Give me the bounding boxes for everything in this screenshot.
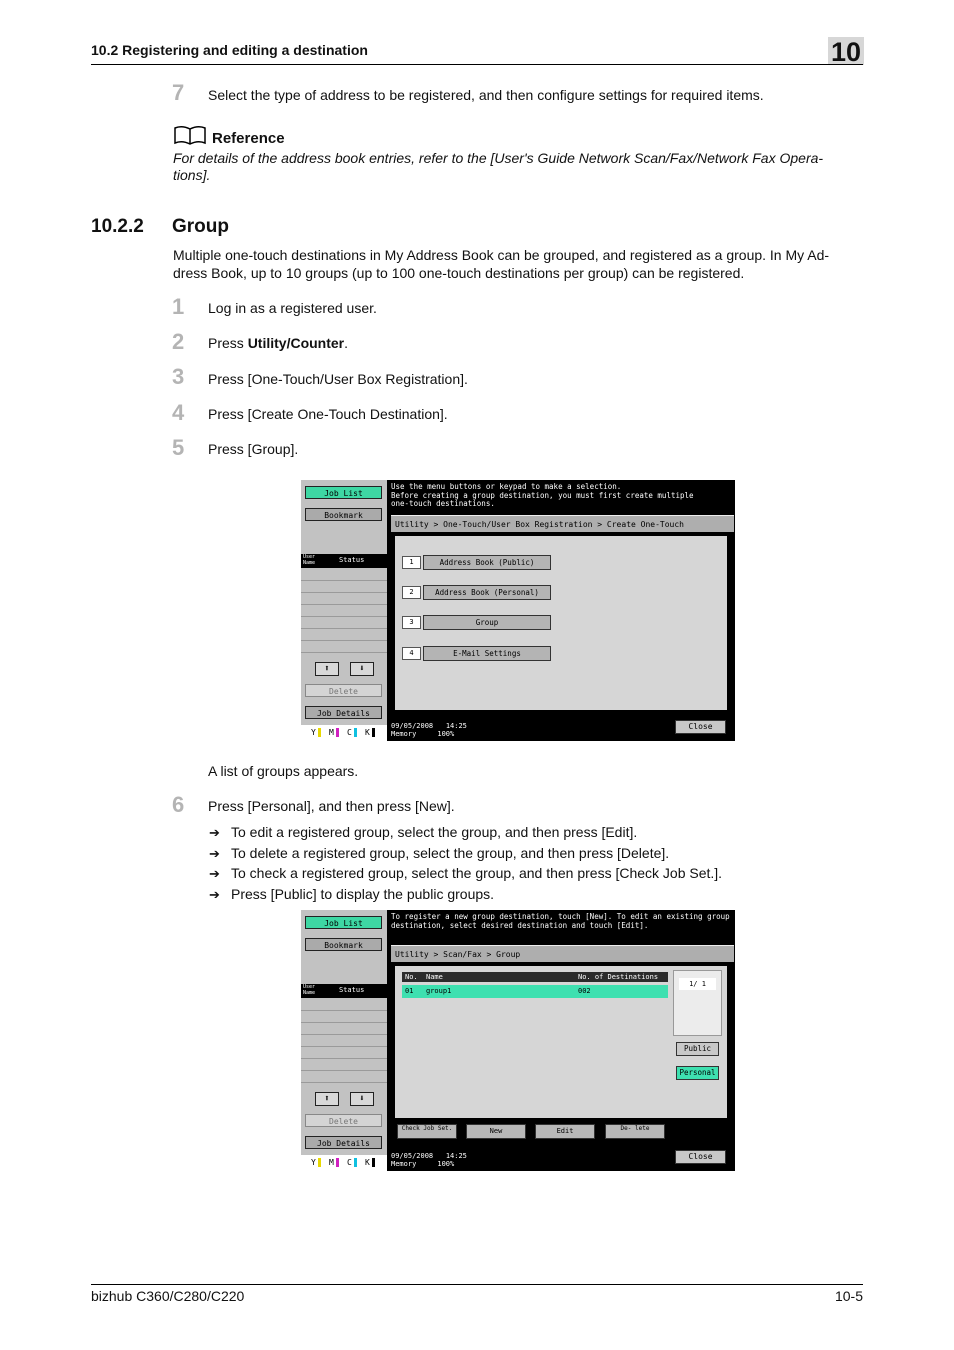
user-name-label: User Name [303,984,316,996]
breadcrumb: Utility > Scan/Fax > Group [391,945,734,962]
section-intro-2: dress Book, up to 10 groups (up to 100 o… [173,265,745,281]
bookmark-button[interactable]: Bookmark [305,508,382,521]
table-cell: 01 [405,987,414,995]
reference-text-1: For details of the address book entries,… [173,150,824,166]
step-number: 6 [172,792,185,817]
bullet-text: To check a registered group, select the … [231,865,723,881]
step-text: Press [One-Touch/User Box Registration]. [208,371,468,387]
step-number: 4 [172,400,185,425]
step-text: Log in as a registered user. [208,300,377,316]
status-label: Status [339,556,365,564]
screen-message: To register a new group destination, tou… [391,912,730,930]
device-screen-group-list: Job List Bookmark User Name Status ⬆ ⬇ D… [301,910,735,1171]
toner-indicator: Y M C K [301,1155,387,1171]
step-text: Select the type of address to be registe… [208,87,764,103]
header-rule [91,64,863,65]
section-title: Group [172,216,229,237]
section-number: 10.2.2 [91,216,144,237]
toner-indicator: Y M C K [301,725,387,741]
reference-text-2: tions]. [173,167,211,183]
step-text: Press [Group]. [208,441,299,457]
result-text: A list of groups appears. [208,763,359,779]
step-text: Press Utility/Counter. [208,335,349,351]
job-list-header: User Name Status [301,554,387,568]
job-details-button[interactable]: Job Details [305,1136,382,1149]
close-button[interactable]: Close [675,720,726,734]
book-icon [173,125,207,150]
header-section-title: 10.2 Registering and editing a destinati… [91,42,368,58]
bullet-text: To edit a registered group, select the g… [231,824,638,840]
reference-title: Reference [212,130,285,147]
check-job-set-button[interactable]: Check Job Set. [397,1124,457,1139]
menu-number: 2 [402,586,421,599]
screen-message: Use the menu buttons or keypad to make a… [391,482,694,508]
step-number: 5 [172,435,185,460]
scroll-up-button[interactable]: ⬆ [315,662,339,676]
chapter-badge: 10 [828,37,864,67]
step-number: 3 [172,364,185,389]
user-name-label: User Name [303,554,316,566]
step-number: 1 [172,294,185,319]
table-row[interactable]: 01 group1 002 [402,985,668,998]
bookmark-button[interactable]: Bookmark [305,938,382,951]
email-settings-button[interactable]: E-Mail Settings [423,646,551,661]
menu-number: 3 [402,616,421,629]
step-text: Press [Create One-Touch Destination]. [208,406,448,422]
arrow-icon: ➔ [209,866,220,881]
footer-rule [91,1284,863,1285]
arrow-icon: ➔ [209,825,220,840]
address-book-personal-button[interactable]: Address Book (Personal) [423,585,551,600]
column-header: No. of Destinations [578,973,659,981]
device-screen-create-destination: Job List Bookmark User Name Status ⬆ ⬇ D… [301,480,735,741]
date-time-memory: 09/05/2008 14:25 Memory 100% [391,1152,467,1168]
page-indicator: 1/ 1 [679,978,716,990]
edit-button[interactable]: Edit [535,1124,595,1139]
arrow-icon: ➔ [209,887,220,902]
job-list-header: User Name Status [301,984,387,998]
scroll-up-button[interactable]: ⬆ [315,1092,339,1106]
new-button[interactable]: New [466,1124,526,1139]
date-time-memory: 09/05/2008 14:25 Memory 100% [391,722,467,738]
delete-button[interactable]: Delete [305,1114,382,1127]
scroll-down-button[interactable]: ⬇ [350,662,374,676]
status-label: Status [339,986,365,994]
job-details-button[interactable]: Job Details [305,706,382,719]
job-list-button[interactable]: Job List [305,486,382,499]
personal-button[interactable]: Personal [676,1066,719,1080]
footer-page-number: 10-5 [834,1288,863,1304]
table-cell: 002 [578,987,591,995]
footer-product: bizhub C360/C280/C220 [91,1288,245,1304]
step-number: 2 [172,329,185,354]
public-button[interactable]: Public [676,1042,719,1056]
delete-group-button[interactable]: De- lete [605,1124,665,1139]
job-list-button[interactable]: Job List [305,916,382,929]
column-header: No. [405,973,418,981]
scroll-down-button[interactable]: ⬇ [350,1092,374,1106]
step-number: 7 [172,80,185,105]
left-panel: Job List Bookmark User Name Status ⬆ ⬇ D… [301,480,387,741]
section-intro-1: Multiple one-touch destinations in My Ad… [173,247,830,263]
bullet-text: To delete a registered group, select the… [231,845,670,861]
button-name: Utility/Counter [247,335,345,351]
table-cell: group1 [426,987,452,995]
bullet-text: Press [Public] to display the public gro… [231,886,495,902]
left-panel: Job List Bookmark User Name Status ⬆ ⬇ D… [301,910,387,1171]
menu-number: 4 [402,647,421,660]
table-header: No. Name No. of Destinations [402,972,668,982]
column-header: Name [426,973,443,981]
menu-number: 1 [402,556,421,569]
delete-button[interactable]: Delete [305,684,382,697]
group-button[interactable]: Group [423,615,551,630]
address-book-public-button[interactable]: Address Book (Public) [423,555,551,570]
step-text: Press [Personal], and then press [New]. [208,798,455,814]
arrow-icon: ➔ [209,846,220,861]
breadcrumb: Utility > One-Touch/User Box Registratio… [391,515,734,546]
close-button[interactable]: Close [675,1150,726,1164]
